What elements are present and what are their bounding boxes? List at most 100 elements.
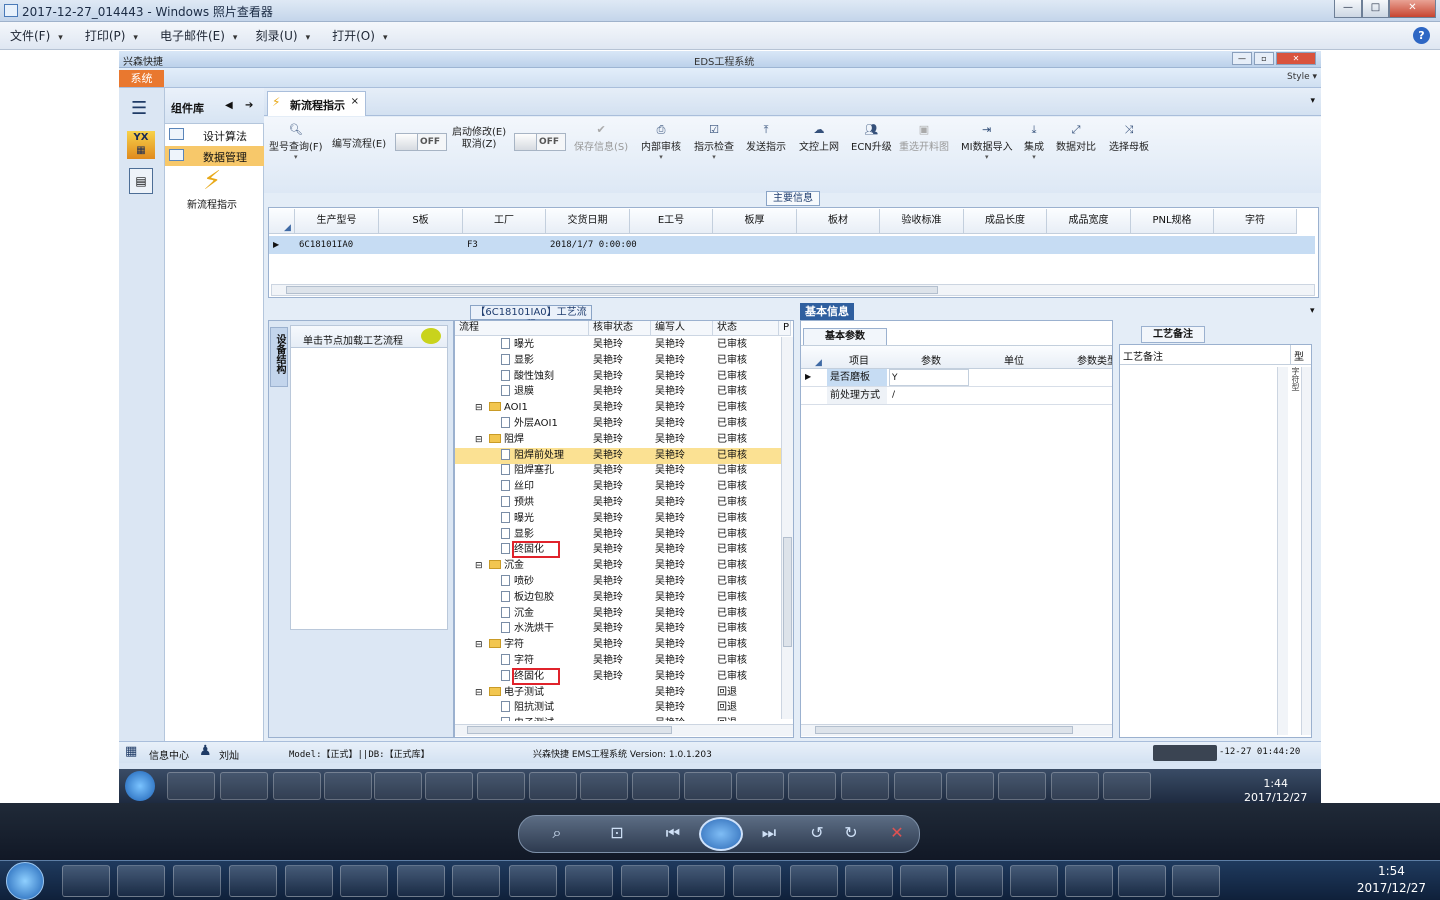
send-guide-button[interactable]: ⤒ 发送指示 — [746, 123, 786, 153]
tree-node[interactable]: 退膜 — [501, 384, 534, 400]
style-menu[interactable]: Style ▾ — [1287, 72, 1317, 82]
inner-task-button[interactable] — [788, 772, 836, 800]
tree-row[interactable]: 酸性蚀刻 吴艳玲 吴艳玲 已审核 — [455, 369, 790, 385]
tree-row[interactable]: 曝光 吴艳玲 吴艳玲 已审核 — [455, 511, 790, 527]
close-button[interactable]: ✕ — [1389, 0, 1436, 18]
grid-horizontal-scrollbar[interactable] — [271, 284, 1315, 296]
tree-node[interactable]: 电子测试 — [501, 716, 554, 721]
edit-flow-switch[interactable]: OFF — [395, 133, 447, 151]
task-button[interactable] — [565, 865, 613, 897]
task-button[interactable] — [340, 865, 388, 897]
rotate-left-icon[interactable]: ↺ — [803, 823, 831, 842]
tree-row[interactable]: 预烘 吴艳玲 吴艳玲 已审核 — [455, 495, 790, 511]
tree-node[interactable]: 酸性蚀刻 — [501, 369, 554, 385]
task-button[interactable] — [733, 865, 781, 897]
tree-horizontal-scrollbar[interactable] — [455, 724, 793, 736]
start-button[interactable] — [6, 862, 44, 900]
menu-open[interactable]: 打开(O) — [322, 22, 399, 50]
tree-node[interactable]: 电子测试 — [489, 685, 544, 701]
task-button[interactable] — [900, 865, 948, 897]
task-button[interactable] — [452, 865, 500, 897]
grid-header[interactable]: 成品长度 — [964, 209, 1047, 234]
tree-row[interactable]: 水洗烘干 吴艳玲 吴艳玲 已审核 — [455, 621, 790, 637]
collapse-icon[interactable]: ⊟ — [475, 637, 483, 653]
collapse-icon[interactable]: ⊟ — [475, 685, 483, 701]
component-data-mgmt[interactable]: 数据管理 — [165, 146, 264, 166]
tree-header-p[interactable]: P — [779, 321, 791, 336]
tree-node[interactable]: 显影 — [501, 353, 534, 369]
menu-file[interactable]: 文件(F) — [0, 22, 75, 50]
grid-header[interactable]: 板厚 — [713, 209, 797, 234]
task-button[interactable] — [790, 865, 838, 897]
tree-node[interactable]: 板边包胶 — [501, 590, 554, 606]
inner-task-button[interactable] — [273, 772, 321, 800]
tree-node[interactable]: 沉金 — [489, 558, 524, 574]
inner-task-button[interactable] — [529, 772, 577, 800]
tree-row[interactable]: 沉金 吴艳玲 吴艳玲 已审核 — [455, 606, 790, 622]
tab-new-flow[interactable]: ⚡ 新流程指示 × — [267, 91, 366, 116]
tree-row[interactable]: 显影 吴艳玲 吴艳玲 已审核 — [455, 353, 790, 369]
sys-tab[interactable]: 系统 — [119, 70, 164, 87]
internal-review-button[interactable]: ⎙ 内部审核 ▾ — [641, 123, 681, 161]
task-button[interactable] — [397, 865, 445, 897]
tree-row[interactable]: 显影 吴艳玲 吴艳玲 已审核 — [455, 527, 790, 543]
param-value[interactable]: / — [889, 387, 895, 404]
param-header[interactable]: 项目 — [849, 352, 869, 367]
tray-icons[interactable] — [1153, 745, 1217, 761]
component-design-algo[interactable]: 设计算法 — [165, 125, 264, 145]
tab-dropdown-icon[interactable]: ▾ — [1310, 96, 1315, 106]
scrollbar-thumb[interactable] — [467, 726, 672, 734]
tree-node[interactable]: 阻抗测试 — [501, 700, 554, 716]
tree-node[interactable]: 阻焊 — [489, 432, 524, 448]
inner-task-button[interactable] — [894, 772, 942, 800]
next-icon[interactable]: ⏭ — [755, 823, 783, 843]
pin-icon[interactable]: ➔ — [245, 100, 253, 111]
inner-task-button[interactable] — [841, 772, 889, 800]
tree-header-status[interactable]: 状态 — [713, 321, 779, 336]
tree-header-author[interactable]: 编写人 — [651, 321, 713, 336]
grid-header[interactable]: 交货日期 — [546, 209, 630, 234]
collapse-icon[interactable]: ⊟ — [475, 400, 483, 416]
yx-logo-icon[interactable]: YX ▦ — [127, 131, 155, 159]
params-horizontal-scrollbar[interactable] — [801, 724, 1112, 736]
inner-task-button[interactable] — [477, 772, 525, 800]
param-header[interactable]: 单位 — [1004, 352, 1024, 367]
tree-header-review[interactable]: 核审状态 — [589, 321, 651, 336]
lightning-icon[interactable]: ⚡ — [203, 166, 221, 196]
tree-node[interactable]: 预烘 — [501, 495, 534, 511]
delete-icon[interactable]: ✕ — [883, 823, 911, 842]
tree-node[interactable]: 显影 — [501, 527, 534, 543]
grid-header[interactable]: PNL规格 — [1131, 209, 1214, 234]
basic-info-tab[interactable]: 基本信息 — [800, 303, 854, 321]
task-button[interactable] — [229, 865, 277, 897]
scrollbar-thumb[interactable] — [286, 286, 938, 294]
hamburger-icon[interactable]: ☰ — [131, 98, 147, 119]
basic-params-tab[interactable]: 基本参数 — [803, 328, 887, 345]
scrollbar-thumb[interactable] — [815, 726, 1073, 734]
grid-header[interactable]: 生产型号 — [295, 209, 379, 234]
task-button[interactable] — [621, 865, 669, 897]
tree-node[interactable]: 阻焊塞孔 — [501, 463, 554, 479]
minimize-button[interactable]: — — [1334, 0, 1362, 18]
table-row[interactable]: ▶ 6C18101IA0 F3 2018/1/7 0:00:00 — [269, 236, 1315, 254]
param-header[interactable]: 参数 — [921, 352, 941, 367]
tree-row[interactable]: 终固化 吴艳玲 吴艳玲 已审核 — [455, 541, 790, 559]
grid-header[interactable]: S板 — [379, 209, 463, 234]
info-dropdown-icon[interactable]: ▾ — [1310, 306, 1315, 316]
task-button[interactable] — [845, 865, 893, 897]
table-row[interactable]: 前处理方式 / — [801, 387, 1112, 405]
tree-node[interactable]: 字符 — [501, 653, 534, 669]
inner-task-button[interactable] — [736, 772, 784, 800]
inner-task-button[interactable] — [425, 772, 473, 800]
grid-header[interactable]: E工号 — [630, 209, 713, 234]
tree-row[interactable]: 退膜 吴艳玲 吴艳玲 已审核 — [455, 384, 790, 400]
tree-row[interactable]: ⊟ 阻焊 吴艳玲 吴艳玲 已审核 — [455, 432, 790, 448]
modify-switch[interactable]: OFF — [514, 133, 566, 151]
start-orb-icon[interactable] — [125, 771, 155, 801]
inner-task-button[interactable] — [946, 772, 994, 800]
grid-header[interactable]: 字符 — [1214, 209, 1297, 234]
integrate-button[interactable]: ⤓ 集成 ▾ — [1024, 123, 1044, 161]
task-button[interactable] — [955, 865, 1003, 897]
main-info-header[interactable]: 主要信息 — [766, 191, 820, 206]
side-tab-structure[interactable]: 设备结构 — [270, 327, 288, 387]
